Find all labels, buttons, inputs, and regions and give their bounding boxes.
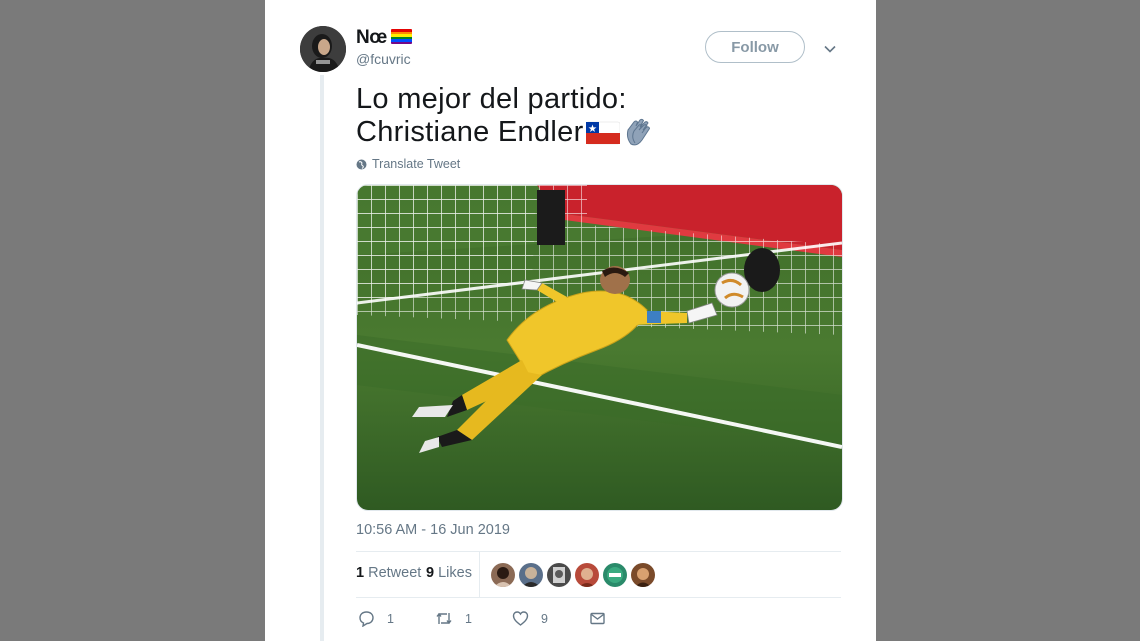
reply-icon bbox=[359, 611, 374, 627]
tweet-text-line-1: Lo mejor del partido: bbox=[356, 83, 627, 115]
tweet-text-line-2-text: Christiane Endler bbox=[356, 116, 584, 148]
retweet-action-count: 1 bbox=[465, 611, 472, 626]
retweet-icon bbox=[436, 612, 452, 625]
retweet-action[interactable]: 1 bbox=[435, 610, 472, 627]
retweet-count: 1 bbox=[356, 565, 365, 581]
follow-button[interactable]: Follow bbox=[705, 31, 805, 63]
tweet-card: Nœ @fcuvric Follow Lo mejor del partido:… bbox=[265, 0, 876, 641]
liker-avatar[interactable] bbox=[491, 563, 515, 587]
reply-count: 1 bbox=[387, 611, 394, 626]
tweet-photo[interactable] bbox=[356, 184, 843, 511]
direct-message-action[interactable] bbox=[589, 610, 606, 627]
goalkeeper-diving-photo bbox=[357, 185, 842, 510]
tweet-text: Lo mejor del partido: Christiane Endler bbox=[356, 83, 836, 150]
like-action[interactable]: 9 bbox=[512, 610, 548, 627]
retweet-stat-label: Retweet bbox=[368, 565, 422, 581]
chevron-down-icon[interactable] bbox=[823, 42, 837, 56]
reply-action[interactable]: 1 bbox=[358, 610, 394, 627]
divider bbox=[356, 551, 841, 552]
liker-avatar[interactable] bbox=[547, 563, 571, 587]
divider bbox=[479, 551, 480, 597]
tweet-text-line-2: Christiane Endler bbox=[356, 116, 836, 150]
clapping-hands-icon bbox=[626, 119, 650, 146]
likes-count: 9 bbox=[426, 565, 435, 581]
rainbow-flag-icon bbox=[391, 29, 412, 44]
liker-avatar[interactable] bbox=[519, 563, 543, 587]
liker-avatar[interactable] bbox=[575, 563, 599, 587]
retweet-stat[interactable]: 1 Retweet bbox=[356, 565, 421, 581]
thread-line bbox=[320, 75, 324, 641]
likes-stat[interactable]: 9 Likes bbox=[426, 565, 472, 581]
translate-tweet-link[interactable]: Translate Tweet bbox=[356, 157, 460, 171]
liker-avatar[interactable] bbox=[631, 563, 655, 587]
heart-icon bbox=[512, 611, 529, 626]
avatar[interactable] bbox=[300, 26, 346, 72]
chile-flag-icon bbox=[585, 122, 620, 145]
like-action-count: 9 bbox=[541, 611, 548, 626]
divider bbox=[356, 597, 841, 598]
translate-label: Translate Tweet bbox=[372, 157, 461, 171]
likers-avatars bbox=[491, 563, 655, 587]
globe-icon bbox=[356, 159, 367, 169]
tweet-timestamp[interactable]: 10:56 AM - 16 Jun 2019 bbox=[356, 522, 510, 538]
user-handle[interactable]: @fcuvric bbox=[356, 51, 411, 67]
liker-avatar[interactable] bbox=[603, 563, 627, 587]
likes-stat-label: Likes bbox=[438, 565, 472, 581]
envelope-icon bbox=[590, 612, 605, 625]
display-name[interactable]: Nœ bbox=[356, 27, 387, 49]
